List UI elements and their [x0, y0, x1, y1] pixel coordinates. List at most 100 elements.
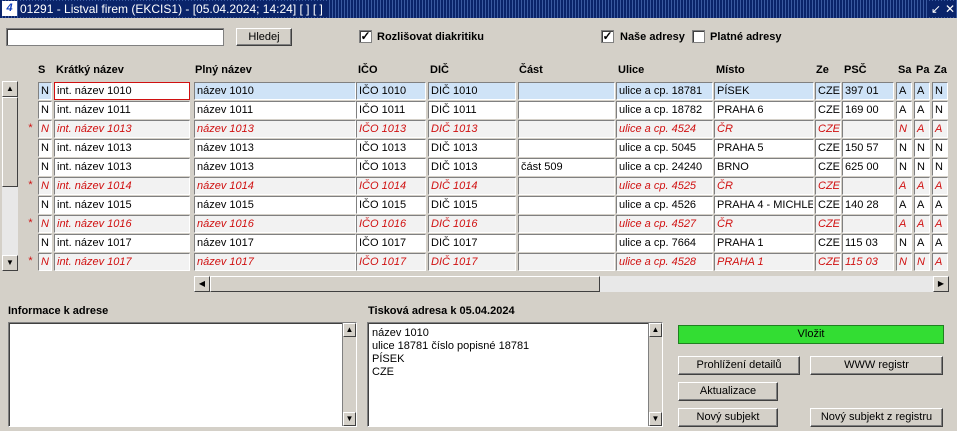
cell-za[interactable]: N	[932, 158, 948, 176]
col-s-header[interactable]: S	[38, 64, 45, 76]
cell-sa[interactable]: A	[896, 215, 912, 233]
cell-part[interactable]	[518, 196, 615, 214]
cell-pa[interactable]: A	[914, 101, 930, 119]
cell-city[interactable]: ČR	[714, 120, 814, 138]
col-pa-header[interactable]: Pa	[916, 64, 929, 76]
search-button[interactable]: Hledej	[236, 28, 292, 46]
col-psc-header[interactable]: PSČ	[844, 64, 867, 76]
cell-city[interactable]: PRAHA 1	[714, 234, 814, 252]
cell-full-name[interactable]: název 1013	[194, 139, 356, 157]
cell-dic[interactable]: DIČ 1013	[428, 120, 516, 138]
print-address-scrollbar[interactable]: ▲ ▼	[648, 323, 662, 426]
table-row[interactable]: * Nint. název 1013 název 1013 IČO 1013 DIČ 1…	[20, 120, 950, 139]
cell-city[interactable]: ČR	[714, 177, 814, 195]
cell-s[interactable]: N	[38, 120, 52, 138]
cell-sa[interactable]: N	[896, 253, 912, 271]
details-button[interactable]: Prohlížení detailů	[678, 356, 800, 375]
cell-s[interactable]: N	[38, 82, 52, 100]
cell-s[interactable]: N	[38, 215, 52, 233]
cell-sa[interactable]: N	[896, 139, 912, 157]
table-row[interactable]: * Nint. název 1016 název 1016 IČO 1016 DIČ 1…	[20, 215, 950, 234]
cell-ico[interactable]: IČO 1015	[356, 196, 426, 214]
cell-pa[interactable]: A	[914, 177, 930, 195]
cell-full-name[interactable]: název 1011	[194, 101, 356, 119]
cell-dic[interactable]: DIČ 1013	[428, 158, 516, 176]
cell-full-name[interactable]: název 1017	[194, 253, 356, 271]
update-button[interactable]: Aktualizace	[678, 382, 778, 401]
cell-short-name[interactable]: int. název 1013	[54, 139, 190, 157]
cell-street[interactable]: ulice a cp. 4526	[616, 196, 713, 214]
col-ico-header[interactable]: IČO	[358, 64, 378, 76]
cell-pa[interactable]: A	[914, 120, 930, 138]
print-scroll-up-icon[interactable]: ▲	[649, 323, 662, 337]
cell-dic[interactable]: DIČ 1015	[428, 196, 516, 214]
cell-part[interactable]: část 509	[518, 158, 615, 176]
cell-ico[interactable]: IČO 1013	[356, 139, 426, 157]
cell-s[interactable]: N	[38, 234, 52, 252]
cell-short-name[interactable]: int. název 1015	[54, 196, 190, 214]
horizontal-scroll-thumb[interactable]	[210, 276, 600, 292]
cell-short-name[interactable]: int. název 1013	[54, 158, 190, 176]
new-subject-button[interactable]: Nový subjekt	[678, 408, 778, 427]
cell-sa[interactable]: N	[896, 120, 912, 138]
cell-part[interactable]	[518, 253, 615, 271]
cell-street[interactable]: ulice a cp. 4525	[616, 177, 713, 195]
cell-ico[interactable]: IČO 1017	[356, 234, 426, 252]
print-address-textarea[interactable]: název 1010 ulice 18781 číslo popisné 187…	[367, 322, 663, 427]
cell-psc[interactable]: 169 00	[842, 101, 894, 119]
cell-full-name[interactable]: název 1017	[194, 234, 356, 252]
cell-short-name[interactable]: int. název 1017	[54, 253, 190, 271]
cell-s[interactable]: N	[38, 101, 52, 119]
cell-za[interactable]: A	[932, 177, 948, 195]
cell-sa[interactable]: A	[896, 177, 912, 195]
col-za-header[interactable]: Za	[934, 64, 947, 76]
cell-short-name[interactable]: int. název 1010	[54, 82, 190, 100]
cell-za[interactable]: N	[932, 139, 948, 157]
cell-dic[interactable]: DIČ 1011	[428, 101, 516, 119]
cell-dic[interactable]: DIČ 1013	[428, 139, 516, 157]
cell-s[interactable]: N	[38, 139, 52, 157]
cell-country[interactable]: CZE	[815, 139, 841, 157]
cell-pa[interactable]: A	[914, 196, 930, 214]
table-row[interactable]: Nint. název 1011 název 1011 IČO 1011 DIČ 10…	[20, 101, 950, 120]
scroll-thumb[interactable]	[2, 97, 18, 187]
cell-ico[interactable]: IČO 1010	[356, 82, 426, 100]
cell-street[interactable]: ulice a cp. 4527	[616, 215, 713, 233]
cell-za[interactable]: A	[932, 253, 948, 271]
cell-country[interactable]: CZE	[815, 101, 841, 119]
cell-dic[interactable]: DIČ 1014	[428, 177, 516, 195]
col-city-header[interactable]: Místo	[716, 64, 745, 76]
scroll-left-icon[interactable]: ◀	[194, 276, 210, 292]
cell-full-name[interactable]: název 1013	[194, 120, 356, 138]
cell-city[interactable]: PRAHA 6	[714, 101, 814, 119]
cell-s[interactable]: N	[38, 158, 52, 176]
cell-psc[interactable]: 397 01	[842, 82, 894, 100]
cell-full-name[interactable]: název 1010	[194, 82, 356, 100]
cell-short-name[interactable]: int. název 1017	[54, 234, 190, 252]
grid-horizontal-scrollbar[interactable]: ◀ ▶	[194, 276, 949, 292]
cell-sa[interactable]: A	[896, 82, 912, 100]
col-dic-header[interactable]: DIČ	[430, 64, 449, 76]
cell-city[interactable]: PRAHA 1	[714, 253, 814, 271]
cell-ico[interactable]: IČO 1016	[356, 215, 426, 233]
cell-part[interactable]	[518, 101, 615, 119]
cell-dic[interactable]: DIČ 1016	[428, 215, 516, 233]
cell-street[interactable]: ulice a cp. 5045	[616, 139, 713, 157]
cell-full-name[interactable]: název 1014	[194, 177, 356, 195]
cell-city[interactable]: PÍSEK	[714, 82, 814, 100]
table-row[interactable]: Nint. název 1010 název 1010 IČO 1010 DIČ 10…	[20, 82, 950, 101]
cell-country[interactable]: CZE	[815, 215, 841, 233]
cell-short-name[interactable]: int. název 1014	[54, 177, 190, 195]
cell-part[interactable]	[518, 120, 615, 138]
cell-part[interactable]	[518, 215, 615, 233]
cell-part[interactable]	[518, 82, 615, 100]
table-row[interactable]: Nint. název 1013 název 1013 IČO 1013 DIČ 10…	[20, 158, 950, 177]
cell-part[interactable]	[518, 177, 615, 195]
table-row[interactable]: Nint. název 1017 název 1017 IČO 1017 DIČ 10…	[20, 234, 950, 253]
cell-ico[interactable]: IČO 1013	[356, 120, 426, 138]
table-row[interactable]: * Nint. název 1014 název 1014 IČO 1014 DIČ 1…	[20, 177, 950, 196]
cell-s[interactable]: N	[38, 177, 52, 195]
cell-short-name[interactable]: int. název 1016	[54, 215, 190, 233]
cell-city[interactable]: ČR	[714, 215, 814, 233]
minimize-icon[interactable]: ↙	[931, 2, 941, 16]
